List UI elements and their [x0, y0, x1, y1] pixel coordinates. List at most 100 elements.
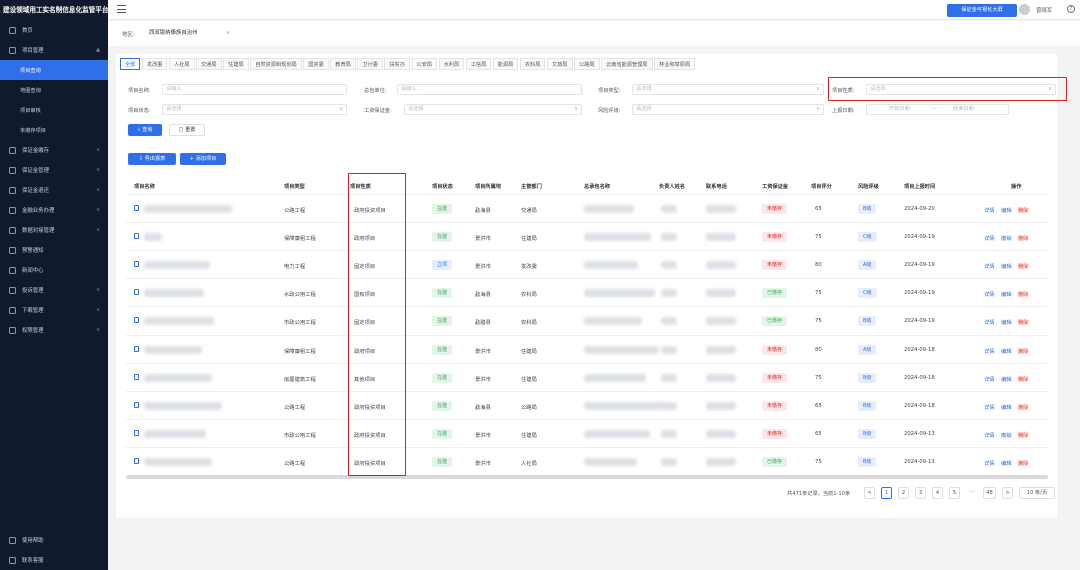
table-row[interactable]: 保障廉租工程 政府项目 在建 景洪市 住建局 未缴存 75 C级 2024-09-19 详情 撤销删… [126, 222, 1048, 251]
table-row[interactable]: 房屋建筑工程 其他项目 在建 景洪市 住建局 未缴存 75 B级 2024-09-18 详情 编辑删… [126, 362, 1048, 392]
table-row[interactable]: 公路工程 政府投资项目 在建 勐海县 交通局 未缴存 65 B级 2024-09-20 详情 编辑删… [126, 194, 1048, 223]
edit-link[interactable]: 编辑 [1001, 403, 1012, 411]
document-icon[interactable] [134, 261, 139, 268]
tab[interactable]: 国资委 [303, 58, 329, 70]
edit-link[interactable]: 编辑 [1001, 347, 1012, 355]
sidebar-bottom-item[interactable]: 联系客服 [0, 550, 108, 570]
table-row[interactable]: 公路工程 政府投资项目 在建 勐海县 公路局 未缴存 65 B级 2024-09-18 详情 编辑删… [126, 390, 1048, 420]
sidebar-item[interactable]: 权限管理 ∨ [0, 320, 108, 340]
project-name-redacted[interactable] [144, 205, 232, 213]
document-icon[interactable] [134, 233, 139, 240]
project-name-redacted[interactable] [144, 233, 162, 242]
detail-link[interactable]: 详情 [984, 290, 995, 298]
table-row[interactable]: 公路工程 政府投资项目 在建 景洪市 人社局 已缴存 75 B级 2024-09-13 详情 编辑删… [126, 446, 1048, 476]
wage-deposit-select[interactable]: 请选择 ∨ [404, 104, 582, 115]
edit-link[interactable]: 编辑 [1001, 262, 1012, 270]
detail-link[interactable]: 详情 [984, 403, 995, 411]
table-row[interactable]: 水政公用工程 国有项目 在建 勐海县 农科局 已缴存 75 C级 2024-09-19 详情 编辑删… [126, 278, 1048, 307]
project-name-input[interactable]: 请输入 [162, 84, 347, 95]
help-icon[interactable]: ? [1067, 5, 1075, 13]
tab[interactable]: 水利局 [438, 58, 465, 70]
sidebar-item[interactable]: 数据对接管理 ∨ [0, 220, 108, 240]
detail-link[interactable]: 详情 [984, 431, 995, 439]
document-icon[interactable] [134, 317, 139, 324]
report-date-range[interactable]: 开始日期 — 结束日期 [866, 104, 1009, 115]
next-page-button[interactable]: > [1002, 487, 1013, 499]
tab[interactable]: 全部 [120, 58, 141, 70]
detail-link[interactable]: 详情 [984, 206, 995, 214]
user-name[interactable]: 曾晓军 [1036, 6, 1052, 14]
delete-link[interactable]: 删除 [1018, 262, 1029, 270]
project-name-redacted[interactable] [144, 345, 202, 354]
sidebar-item[interactable]: 项目查询 [0, 60, 108, 80]
tab[interactable]: 公安局 [411, 58, 438, 70]
project-name-redacted[interactable] [144, 261, 210, 270]
delete-link[interactable]: 删除 [1018, 375, 1029, 383]
delete-link[interactable]: 删除 [1018, 403, 1029, 411]
search-button[interactable]: ⌕ 查询 [128, 124, 162, 136]
add-project-button[interactable]: + 添加项目 [180, 153, 226, 165]
sidebar-item[interactable]: 下载管理 ∨ [0, 300, 108, 320]
detail-link[interactable]: 详情 [984, 375, 995, 383]
tab[interactable]: 卫计委 [357, 58, 383, 70]
delete-link[interactable]: 删除 [1018, 234, 1029, 242]
edit-link[interactable]: 撤销 [1001, 234, 1012, 242]
page-button[interactable]: 5 [949, 487, 960, 499]
edit-link[interactable]: 编辑 [1001, 318, 1012, 326]
sidebar-item[interactable]: 未缴存项目 [0, 120, 108, 140]
sidebar-bottom-item[interactable]: 使用帮助 [0, 530, 108, 550]
horizontal-scrollbar[interactable] [126, 475, 1048, 479]
sidebar-item[interactable]: 预警通知 [0, 240, 108, 260]
prev-page-button[interactable]: < [864, 487, 875, 499]
edit-link[interactable]: 编辑 [1001, 375, 1012, 383]
sidebar-item[interactable]: 投诉管理 ∨ [0, 280, 108, 300]
region-select[interactable]: 西双版纳傣族自治州 ∨ [146, 27, 232, 39]
delete-link[interactable]: 删除 [1018, 290, 1029, 298]
edit-link[interactable]: 编辑 [1001, 206, 1012, 214]
detail-link[interactable]: 详情 [984, 234, 995, 242]
delete-link[interactable]: 删除 [1018, 347, 1029, 355]
tab[interactable]: 发改委 [141, 58, 168, 70]
table-row[interactable]: 市政公用工程 政府投资项目 在建 景洪市 住建局 未缴存 65 B级 2024-09-13 详情撤… [126, 418, 1048, 448]
sidebar-item[interactable]: 保证金缴存 ∨ [0, 140, 108, 160]
delete-link[interactable]: 删除 [1018, 318, 1029, 326]
project-type-select[interactable]: 请选择 ∨ [632, 84, 824, 95]
page-button[interactable]: 4 [932, 487, 943, 499]
sidebar-item[interactable]: 保证金管理 ∨ [0, 160, 108, 180]
tab[interactable]: 住建局 [223, 58, 249, 70]
project-name-redacted[interactable] [144, 373, 212, 382]
sidebar-item[interactable]: 新闻中心 [0, 260, 108, 280]
edit-link[interactable]: 编辑 [1001, 290, 1012, 298]
table-row[interactable]: 市政公用工程 固定项目 在建 勐腊县 农科局 已缴存 75 B级 2024-09-19 详情 编辑删… [126, 306, 1048, 335]
tab[interactable]: 自然资源和规划局 [250, 58, 302, 70]
delete-link[interactable]: 删除 [1018, 206, 1029, 214]
tab[interactable]: 人社局 [168, 58, 195, 70]
tab[interactable]: 扶贫办 [384, 58, 411, 70]
page-button[interactable]: 2 [898, 487, 909, 499]
document-icon[interactable] [134, 345, 139, 352]
tab[interactable]: 文旅局 [546, 58, 573, 70]
export-report-button[interactable]: ⇩ 导出报表 [128, 153, 176, 165]
menu-toggle-icon[interactable] [117, 5, 126, 13]
document-icon[interactable] [134, 205, 139, 211]
project-name-redacted[interactable] [144, 429, 206, 438]
project-name-redacted[interactable] [144, 317, 214, 326]
sidebar-item[interactable]: 保证金退还 ∨ [0, 180, 108, 200]
tab[interactable]: 林业和草原局 [654, 58, 696, 70]
edit-link[interactable]: 撤销 [1001, 431, 1012, 439]
sidebar-item[interactable]: 项目审核 [0, 100, 108, 120]
detail-link[interactable]: 详情 [984, 347, 995, 355]
page-button[interactable]: 48 [983, 487, 996, 499]
table-row[interactable]: 电力工程 固定项目 立项 景洪市 发改委 未缴存 80 A级 2024-09-19 详情 编辑 删除 [126, 250, 1048, 279]
page-size-select[interactable]: 10 条/页 [1019, 487, 1055, 499]
sidebar-item[interactable]: 金融业务办理 ∨ [0, 200, 108, 220]
detail-link[interactable]: 详情 [984, 262, 995, 270]
tab[interactable]: 能源局 [492, 58, 519, 70]
tab[interactable]: 云南省能源管理局 [601, 58, 653, 70]
edit-link[interactable]: 编辑 [1001, 459, 1012, 467]
project-nature-select[interactable]: 请选择 ∨ [866, 84, 1056, 95]
tab[interactable]: 交通局 [196, 58, 222, 70]
reset-button[interactable]: ▢ 重置 [169, 124, 205, 136]
document-icon[interactable] [134, 289, 139, 296]
document-icon[interactable] [134, 457, 139, 464]
